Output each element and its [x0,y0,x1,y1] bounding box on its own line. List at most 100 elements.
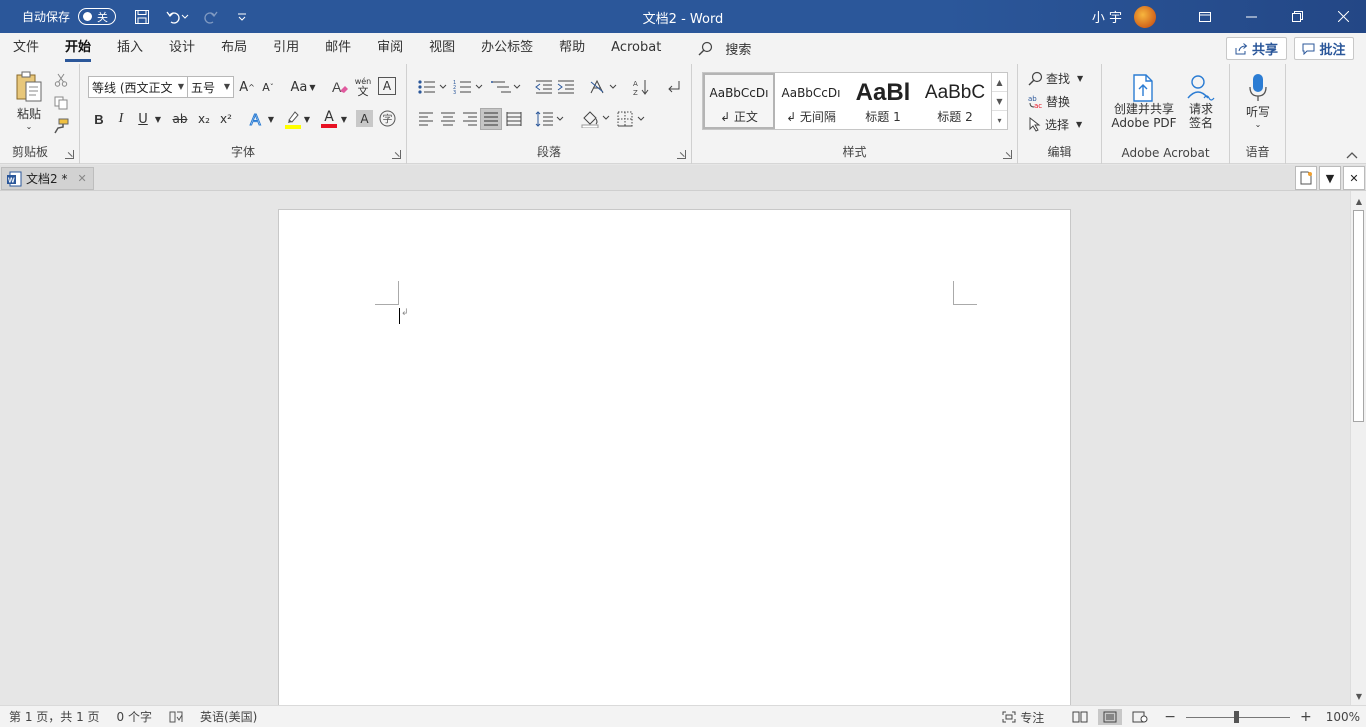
format-painter-icon[interactable] [52,117,70,135]
scroll-up-icon[interactable]: ▲ [1351,194,1366,208]
styles-launcher-icon[interactable] [1003,150,1012,159]
new-document-icon[interactable] [1295,166,1317,190]
subscript-button[interactable]: x₂ [194,108,214,130]
font-size-combo[interactable]: 五号 ▼ [187,76,234,98]
word-count[interactable]: 0 个字 [117,708,152,725]
align-center-icon[interactable] [437,108,459,130]
redo-icon[interactable] [198,5,222,29]
copy-icon[interactable] [52,94,70,112]
font-color-dropdown-icon[interactable]: ▼ [339,108,349,130]
restore-icon[interactable] [1274,0,1320,33]
text-effects-icon[interactable]: A [246,107,268,131]
search-box[interactable]: 搜索 [698,39,751,58]
tab-references[interactable]: 引用 [260,33,312,64]
borders-icon[interactable] [615,108,649,130]
gallery-up-icon[interactable]: ▲ [992,73,1007,92]
tab-layout[interactable]: 布局 [208,33,260,64]
user-name[interactable]: 小 宇 [1092,7,1122,26]
underline-dropdown-icon[interactable]: ▼ [152,108,164,130]
strikethrough-button[interactable]: ab [170,108,190,130]
create-pdf-button[interactable]: 创建并共享 Adobe PDF [1108,70,1180,134]
multilevel-list-icon[interactable] [489,76,523,98]
tab-design[interactable]: 设计 [156,33,208,64]
proofing-icon[interactable] [169,711,183,723]
tab-acrobat[interactable]: Acrobat [598,33,674,64]
paste-button[interactable]: 粘贴 ⌄ [12,70,46,132]
italic-button[interactable]: I [112,108,130,130]
document-tab[interactable]: W 文档2 * ✕ [1,167,94,190]
gallery-more-icon[interactable]: ▾ [992,111,1007,129]
paragraph-launcher-icon[interactable] [677,150,686,159]
tab-home[interactable]: 开始 [52,33,104,64]
gallery-down-icon[interactable]: ▼ [992,92,1007,111]
customize-toolbar-icon[interactable] [230,5,254,29]
superscript-button[interactable]: x² [216,108,236,130]
show-formatting-marks-icon[interactable] [663,76,685,98]
style-normal[interactable]: AaBbCcDı ↲ 正文 [703,73,775,129]
tab-insert[interactable]: 插入 [104,33,156,64]
web-layout-icon[interactable] [1132,711,1148,723]
highlight-icon[interactable] [282,107,304,131]
underline-button[interactable]: U [134,108,152,130]
vertical-scrollbar[interactable]: ▲ ▼ [1350,191,1366,705]
distributed-icon[interactable] [503,108,525,130]
style-heading-1[interactable]: AaBl 标题 1 [847,73,919,129]
increase-indent-icon[interactable] [555,76,577,98]
align-right-icon[interactable] [459,108,481,130]
style-heading-2[interactable]: AaBbC 标题 2 [919,73,991,129]
zoom-out-icon[interactable]: − [1164,709,1176,725]
close-icon[interactable] [1320,0,1366,33]
grow-font-icon[interactable]: A ^ [237,76,257,98]
align-left-icon[interactable] [415,108,437,130]
read-mode-icon[interactable] [1072,711,1088,723]
comments-button[interactable]: 批注 [1294,37,1354,60]
character-shading-icon[interactable]: A [356,110,373,127]
shading-icon[interactable] [579,108,613,130]
focus-mode-button[interactable]: 专注 [1002,709,1044,726]
shrink-font-icon[interactable]: Aˇ [258,76,278,98]
zoom-slider-thumb[interactable] [1233,710,1239,723]
scroll-down-icon[interactable]: ▼ [1351,689,1366,703]
character-border-icon[interactable]: A [378,77,396,95]
decrease-indent-icon[interactable] [533,76,555,98]
font-name-combo[interactable]: 等线 (西文正文 ▼ [88,76,188,98]
request-signature-button[interactable]: 请求 签名 [1182,70,1220,134]
numbering-icon[interactable]: 123 [451,76,485,98]
change-case-button[interactable]: Aa ▼ [286,76,320,98]
share-button[interactable]: 共享 [1226,37,1287,60]
close-tab-icon[interactable]: ✕ [77,172,86,185]
replace-button[interactable]: ab ac 替换 [1028,91,1100,111]
scroll-thumb[interactable] [1353,210,1364,422]
print-layout-icon[interactable] [1098,709,1123,725]
sort-icon[interactable]: AZ [631,76,653,98]
style-no-spacing[interactable]: AaBbCcDı ↲ 无间隔 [775,73,847,129]
enclose-characters-icon[interactable]: 字 [378,109,397,128]
clipboard-launcher-icon[interactable] [65,150,74,159]
bullets-icon[interactable] [415,76,449,98]
cut-icon[interactable] [52,71,70,89]
tab-mailings[interactable]: 邮件 [312,33,364,64]
user-avatar[interactable] [1134,5,1156,28]
save-icon[interactable] [130,5,154,29]
close-document-icon[interactable]: ✕ [1343,166,1365,190]
minimize-icon[interactable] [1228,0,1274,33]
page-count[interactable]: 第 1 页，共 1 页 [9,708,100,725]
document-page[interactable]: ↲ [278,209,1071,705]
font-color-button[interactable]: A [318,107,340,131]
bold-button[interactable]: B [90,108,108,130]
zoom-slider[interactable] [1185,710,1290,723]
highlight-dropdown-icon[interactable]: ▼ [302,108,312,130]
ribbon-display-options-icon[interactable] [1182,0,1228,33]
tab-file[interactable]: 文件 [0,33,52,64]
tab-office-tabs[interactable]: 办公标签 [468,33,546,64]
asian-layout-icon[interactable] [587,76,621,98]
tab-review[interactable]: 审阅 [364,33,416,64]
text-effects-dropdown-icon[interactable]: ▼ [266,108,276,130]
language[interactable]: 英语(美国) [200,708,257,725]
document-canvas[interactable]: ↲ [0,191,1350,705]
tab-help[interactable]: 帮助 [546,33,598,64]
autosave-toggle[interactable]: 关 [78,8,117,25]
zoom-level[interactable]: 100% [1326,710,1360,724]
clear-formatting-icon[interactable]: A [330,76,350,98]
undo-dropdown-icon[interactable] [180,5,190,29]
